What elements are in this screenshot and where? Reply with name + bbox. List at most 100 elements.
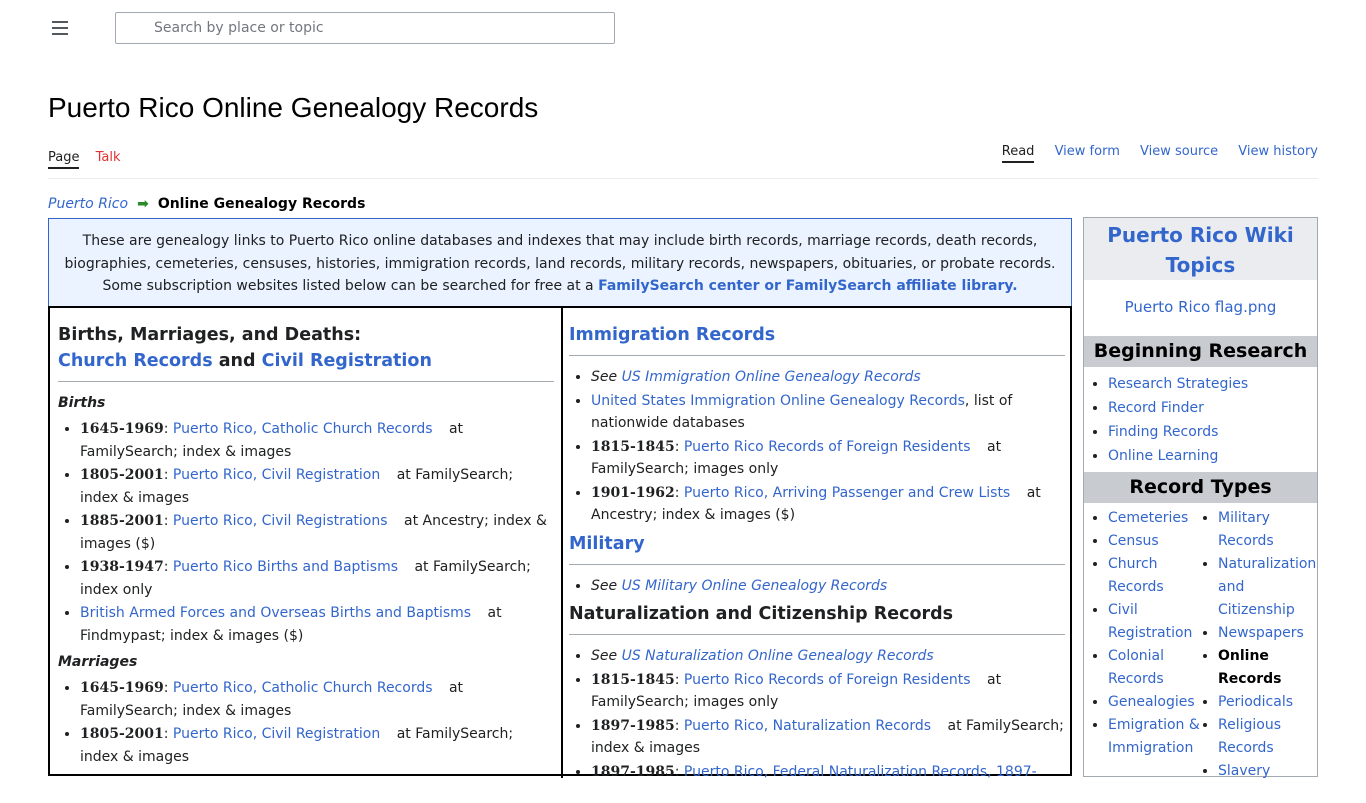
sidebar-link[interactable]: Newspapers	[1218, 625, 1304, 641]
menu-icon[interactable]	[52, 21, 68, 35]
sidebar-link[interactable]: Census	[1108, 533, 1159, 549]
years: 1901-1962	[591, 484, 675, 501]
naturalization-heading: Naturalization and Citizenship Records	[569, 604, 954, 624]
years: 1885-2001	[80, 513, 164, 529]
sidebar-item[interactable]: Online Learning	[1108, 444, 1317, 468]
years: 1938-1947	[80, 559, 164, 575]
record-link[interactable]: Puerto Rico, Catholic Church Records	[173, 680, 433, 696]
sidebar-link[interactable]: Naturalization and Citizenship	[1218, 556, 1316, 618]
sidebar-item[interactable]: Finding Records	[1108, 420, 1317, 444]
record-types-grid: Cemeteries Census Church Records Civil R…	[1084, 503, 1317, 803]
births-list: 1645-1969: Puerto Rico, Catholic Church …	[58, 418, 554, 647]
sidebar-link[interactable]: Colonial Records	[1108, 648, 1164, 687]
record-link[interactable]: British Armed Forces and Overseas Births…	[80, 605, 471, 621]
see-label: See	[591, 369, 618, 385]
sidebar-item[interactable]: Naturalization and Citizenship	[1218, 553, 1318, 622]
sidebar-item[interactable]: Census	[1108, 530, 1204, 553]
tab-view-source[interactable]: View source	[1140, 144, 1218, 161]
sidebar-item[interactable]: Emigration & Immigration	[1108, 714, 1204, 760]
sidebar-link[interactable]: Finding Records	[1108, 424, 1218, 440]
tab-page[interactable]: Page	[48, 150, 80, 169]
sidebar-item[interactable]: Record Finder	[1108, 396, 1317, 420]
sidebar-link[interactable]: Cemeteries	[1108, 510, 1188, 526]
beginning-research-heading: Beginning Research	[1084, 336, 1317, 367]
record-link[interactable]: Puerto Rico, Naturalization Records	[684, 718, 931, 734]
sidebar-link[interactable]: Genealogies	[1108, 694, 1195, 710]
sidebar-item[interactable]: Research Strategies	[1108, 372, 1317, 396]
record-link[interactable]: Puerto Rico, Arriving Passenger and Crew…	[684, 485, 1010, 501]
search-icon	[128, 20, 140, 32]
record-link[interactable]: US Military Online Genealogy Records	[622, 578, 888, 594]
record-link[interactable]: US Naturalization Online Genealogy Recor…	[622, 648, 934, 664]
sidebar-link[interactable]: Online Learning	[1108, 448, 1218, 464]
sidebar-item[interactable]: Slavery	[1218, 760, 1318, 783]
wiki-topics-sidebar: Puerto Rico Wiki Topics Puerto Rico flag…	[1083, 217, 1318, 779]
sidebar-item[interactable]: Cemeteries	[1108, 507, 1204, 530]
sidebar-item[interactable]: Genealogies	[1108, 691, 1204, 714]
sidebar-item[interactable]: Periodicals	[1218, 691, 1318, 714]
marriages-label: Marriages	[58, 654, 138, 670]
record-link[interactable]: Puerto Rico, Civil Registrations	[173, 513, 388, 529]
sidebar-current-label: Online Records	[1218, 648, 1282, 687]
breadcrumb: Puerto Rico ➡ Online Genealogy Records	[48, 196, 365, 212]
record-link[interactable]: Puerto Rico, Civil Registration	[173, 467, 380, 483]
church-records-link[interactable]: Church Records	[58, 351, 213, 371]
flag-image[interactable]: Puerto Rico flag.png	[1084, 280, 1317, 336]
sidebar-item[interactable]: Church Records	[1108, 553, 1204, 599]
breadcrumb-current: Online Genealogy Records	[157, 196, 366, 212]
search-input[interactable]	[152, 17, 602, 39]
sidebar-item[interactable]: Newspapers	[1218, 622, 1318, 645]
list-item: 1897-1985: Puerto Rico, Naturalization R…	[591, 715, 1065, 760]
sidebar-item[interactable]: Military Records	[1218, 507, 1318, 553]
search-box[interactable]	[115, 12, 615, 44]
sidebar-link[interactable]: Civil Registration	[1108, 602, 1192, 641]
sidebar-link[interactable]: Slavery	[1218, 763, 1270, 779]
marriages-list: 1645-1969: Puerto Rico, Catholic Church …	[58, 677, 554, 768]
immigration-list: See US Immigration Online Genealogy Reco…	[569, 366, 1065, 527]
list-item: 1805-2001: Puerto Rico, Civil Registrati…	[80, 464, 554, 509]
familysearch-center-link[interactable]: FamilySearch center or FamilySearch affi…	[598, 278, 1017, 294]
record-types-heading: Record Types	[1084, 472, 1317, 503]
record-link[interactable]: Puerto Rico, Federal Naturalization Reco…	[684, 764, 1037, 780]
tab-view-history[interactable]: View history	[1238, 144, 1318, 161]
list-item: 1805-2001: Puerto Rico, Civil Registrati…	[80, 723, 554, 768]
naturalization-list: See US Naturalization Online Genealogy R…	[569, 645, 1065, 783]
list-item: 1885-2001: Puerto Rico, Civil Registrati…	[80, 510, 554, 555]
military-heading[interactable]: Military	[569, 531, 1065, 557]
record-link[interactable]: Puerto Rico, Civil Registration	[173, 726, 380, 742]
tab-read[interactable]: Read	[1001, 144, 1035, 163]
record-link[interactable]: Puerto Rico Records of Foreign Residents	[684, 672, 971, 688]
record-link[interactable]: Puerto Rico, Catholic Church Records	[173, 421, 433, 437]
sidebar-link[interactable]: Military Records	[1218, 510, 1274, 549]
sidebar-link[interactable]: Record Finder	[1108, 400, 1204, 416]
records-table: Births, Marriages, and Deaths: Church Re…	[48, 306, 1072, 780]
civil-registration-link[interactable]: Civil Registration	[262, 351, 432, 371]
tab-view-form[interactable]: View form	[1055, 144, 1120, 161]
heading-and: and	[218, 351, 256, 371]
sidebar-link[interactable]: Church Records	[1108, 556, 1164, 595]
record-link[interactable]: US Immigration Online Genealogy Records	[622, 369, 921, 385]
see-label: See	[591, 577, 618, 594]
sidebar-link[interactable]: Periodicals	[1218, 694, 1293, 710]
sidebar-item[interactable]: Colonial Records	[1108, 645, 1204, 691]
tab-talk[interactable]: Talk	[96, 150, 121, 167]
site-header	[0, 0, 1366, 60]
sidebar-link[interactable]: Religious Records	[1218, 717, 1281, 756]
sidebar-title[interactable]: Puerto Rico Wiki Topics	[1084, 218, 1317, 280]
list-item: 1901-1962: Puerto Rico, Arriving Passeng…	[591, 482, 1065, 527]
beginning-research-list: Research Strategies Record Finder Findin…	[1084, 367, 1317, 468]
see-label: See	[591, 648, 618, 664]
breadcrumb-parent-link[interactable]: Puerto Rico	[48, 196, 128, 212]
sidebar-link[interactable]: Research Strategies	[1108, 376, 1248, 392]
sidebar-item[interactable]: Civil Registration	[1108, 599, 1204, 645]
sidebar-link[interactable]: Emigration & Immigration	[1108, 717, 1200, 756]
record-link[interactable]: Puerto Rico Births and Baptisms	[173, 559, 398, 575]
record-link[interactable]: United States Immigration Online Genealo…	[591, 393, 965, 409]
list-item: 1645-1969: Puerto Rico, Catholic Church …	[80, 418, 554, 463]
section-rule	[569, 355, 1065, 356]
sidebar-item[interactable]: Religious Records	[1218, 714, 1318, 760]
immigration-heading[interactable]: Immigration Records	[569, 322, 1065, 348]
list-item: 1897-1985: Puerto Rico, Federal Naturali…	[591, 761, 1065, 784]
record-link[interactable]: Puerto Rico Records of Foreign Residents	[684, 439, 971, 455]
years: 1805-2001	[80, 726, 164, 742]
